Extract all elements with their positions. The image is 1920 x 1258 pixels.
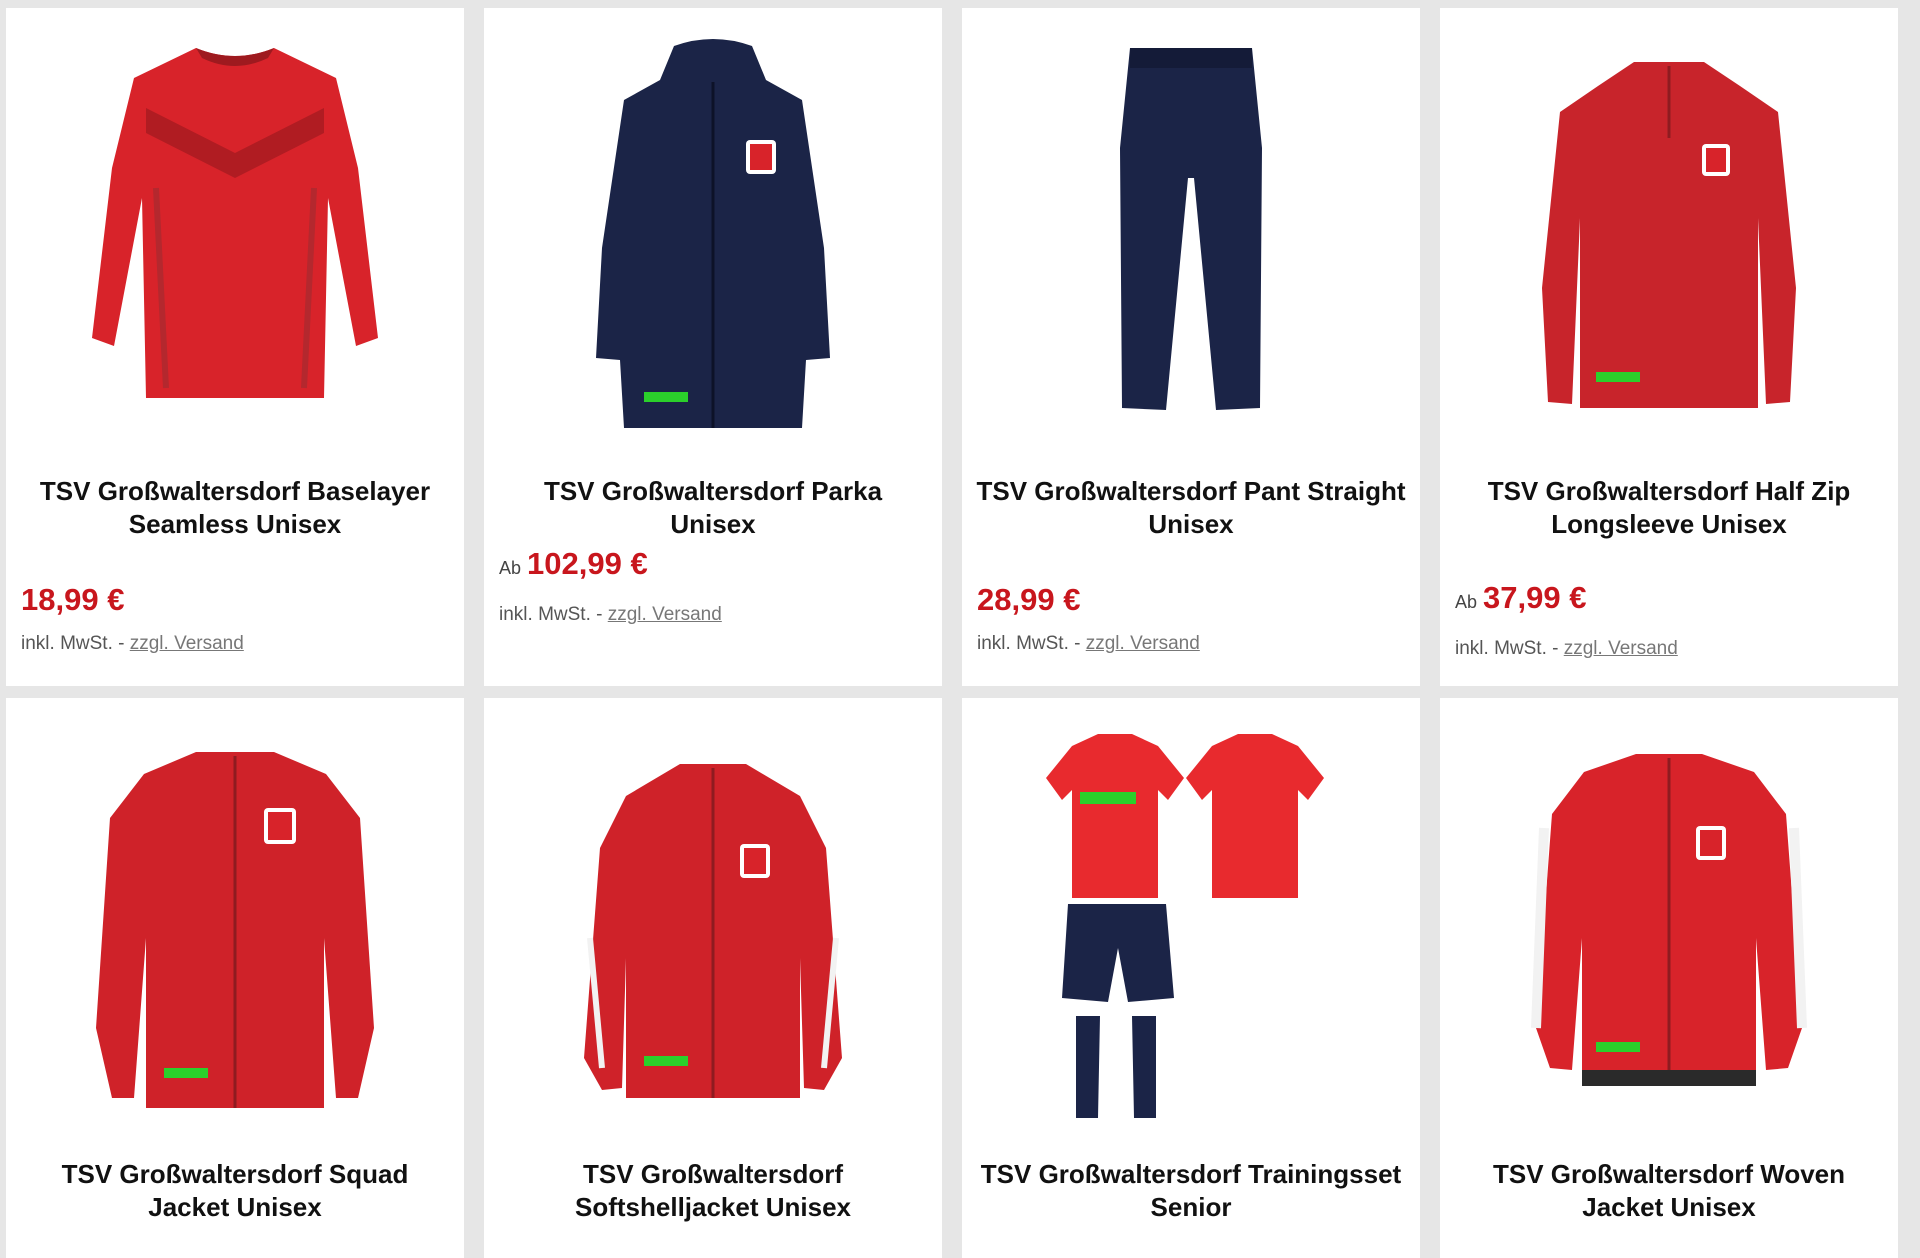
product-title[interactable]: TSV Großwaltersdorf Trainingsset Senior <box>976 1158 1406 1224</box>
product-card[interactable]: TSV Großwaltersdorf Trainingsset Senior <box>962 698 1420 1258</box>
product-card[interactable]: TSV Großwaltersdorf Woven Jacket Unisex <box>1440 698 1898 1258</box>
tax-info: inkl. MwSt. - zzgl. Versand <box>1455 638 1678 660</box>
product-image-trainingsset[interactable] <box>962 698 1420 1138</box>
product-image-softshell[interactable] <box>484 698 942 1138</box>
product-image-baselayer[interactable] <box>6 8 464 448</box>
price-line: Ab 37,99 € <box>1455 580 1586 616</box>
product-card[interactable]: TSV Großwaltersdorf Pant Straight Unisex… <box>962 8 1420 686</box>
shipping-link[interactable]: zzgl. Versand <box>608 604 722 625</box>
product-title[interactable]: TSV Großwaltersdorf Baselayer Seamless U… <box>20 475 450 541</box>
product-title[interactable]: TSV Großwaltersdorf Softshelljacket Unis… <box>498 1158 928 1224</box>
price-from-label: Ab <box>1455 592 1478 612</box>
tax-info: inkl. MwSt. - zzgl. Versand <box>977 633 1200 655</box>
product-title[interactable]: TSV Großwaltersdorf Half Zip Longsleeve … <box>1454 475 1884 541</box>
product-card[interactable]: TSV Großwaltersdorf Softshelljacket Unis… <box>484 698 942 1258</box>
tax-info: inkl. MwSt. - zzgl. Versand <box>499 604 722 626</box>
product-image-parka[interactable] <box>484 8 942 448</box>
product-price: 37,99 € <box>1483 580 1587 615</box>
product-card[interactable]: TSV Großwaltersdorf Squad Jacket Unisex <box>6 698 464 1258</box>
price-line: Ab 102,99 € <box>499 546 648 582</box>
price-from-label: Ab <box>499 558 522 578</box>
product-title[interactable]: TSV Großwaltersdorf Pant Straight Unisex <box>976 475 1406 541</box>
tax-label: inkl. MwSt. - <box>21 633 125 654</box>
product-image-woven-jacket[interactable] <box>1440 698 1898 1138</box>
product-card[interactable]: TSV Großwaltersdorf Parka Unisex Ab 102,9… <box>484 8 942 686</box>
product-grid: TSV Großwaltersdorf Baselayer Seamless U… <box>0 0 1920 1258</box>
tax-label: inkl. MwSt. - <box>977 633 1081 654</box>
product-title[interactable]: TSV Großwaltersdorf Squad Jacket Unisex <box>20 1158 450 1224</box>
product-title[interactable]: TSV Großwaltersdorf Woven Jacket Unisex <box>1454 1158 1884 1224</box>
tax-label: inkl. MwSt. - <box>1455 638 1559 659</box>
shipping-link[interactable]: zzgl. Versand <box>1564 638 1678 659</box>
tax-info: inkl. MwSt. - zzgl. Versand <box>21 633 244 655</box>
product-image-squad-jacket[interactable] <box>6 698 464 1138</box>
product-image-pant[interactable] <box>962 8 1420 448</box>
product-card[interactable]: TSV Großwaltersdorf Baselayer Seamless U… <box>6 8 464 686</box>
price-line: 28,99 € <box>977 582 1080 618</box>
product-price: 102,99 € <box>527 546 648 581</box>
product-image-half-zip[interactable] <box>1440 8 1898 448</box>
product-title[interactable]: TSV Großwaltersdorf Parka Unisex <box>498 475 928 541</box>
product-price: 28,99 € <box>977 582 1081 617</box>
price-line: 18,99 € <box>21 582 124 618</box>
tax-label: inkl. MwSt. - <box>499 604 603 625</box>
shipping-link[interactable]: zzgl. Versand <box>130 633 244 654</box>
product-card[interactable]: TSV Großwaltersdorf Half Zip Longsleeve … <box>1440 8 1898 686</box>
shipping-link[interactable]: zzgl. Versand <box>1086 633 1200 654</box>
product-price: 18,99 € <box>21 582 125 617</box>
